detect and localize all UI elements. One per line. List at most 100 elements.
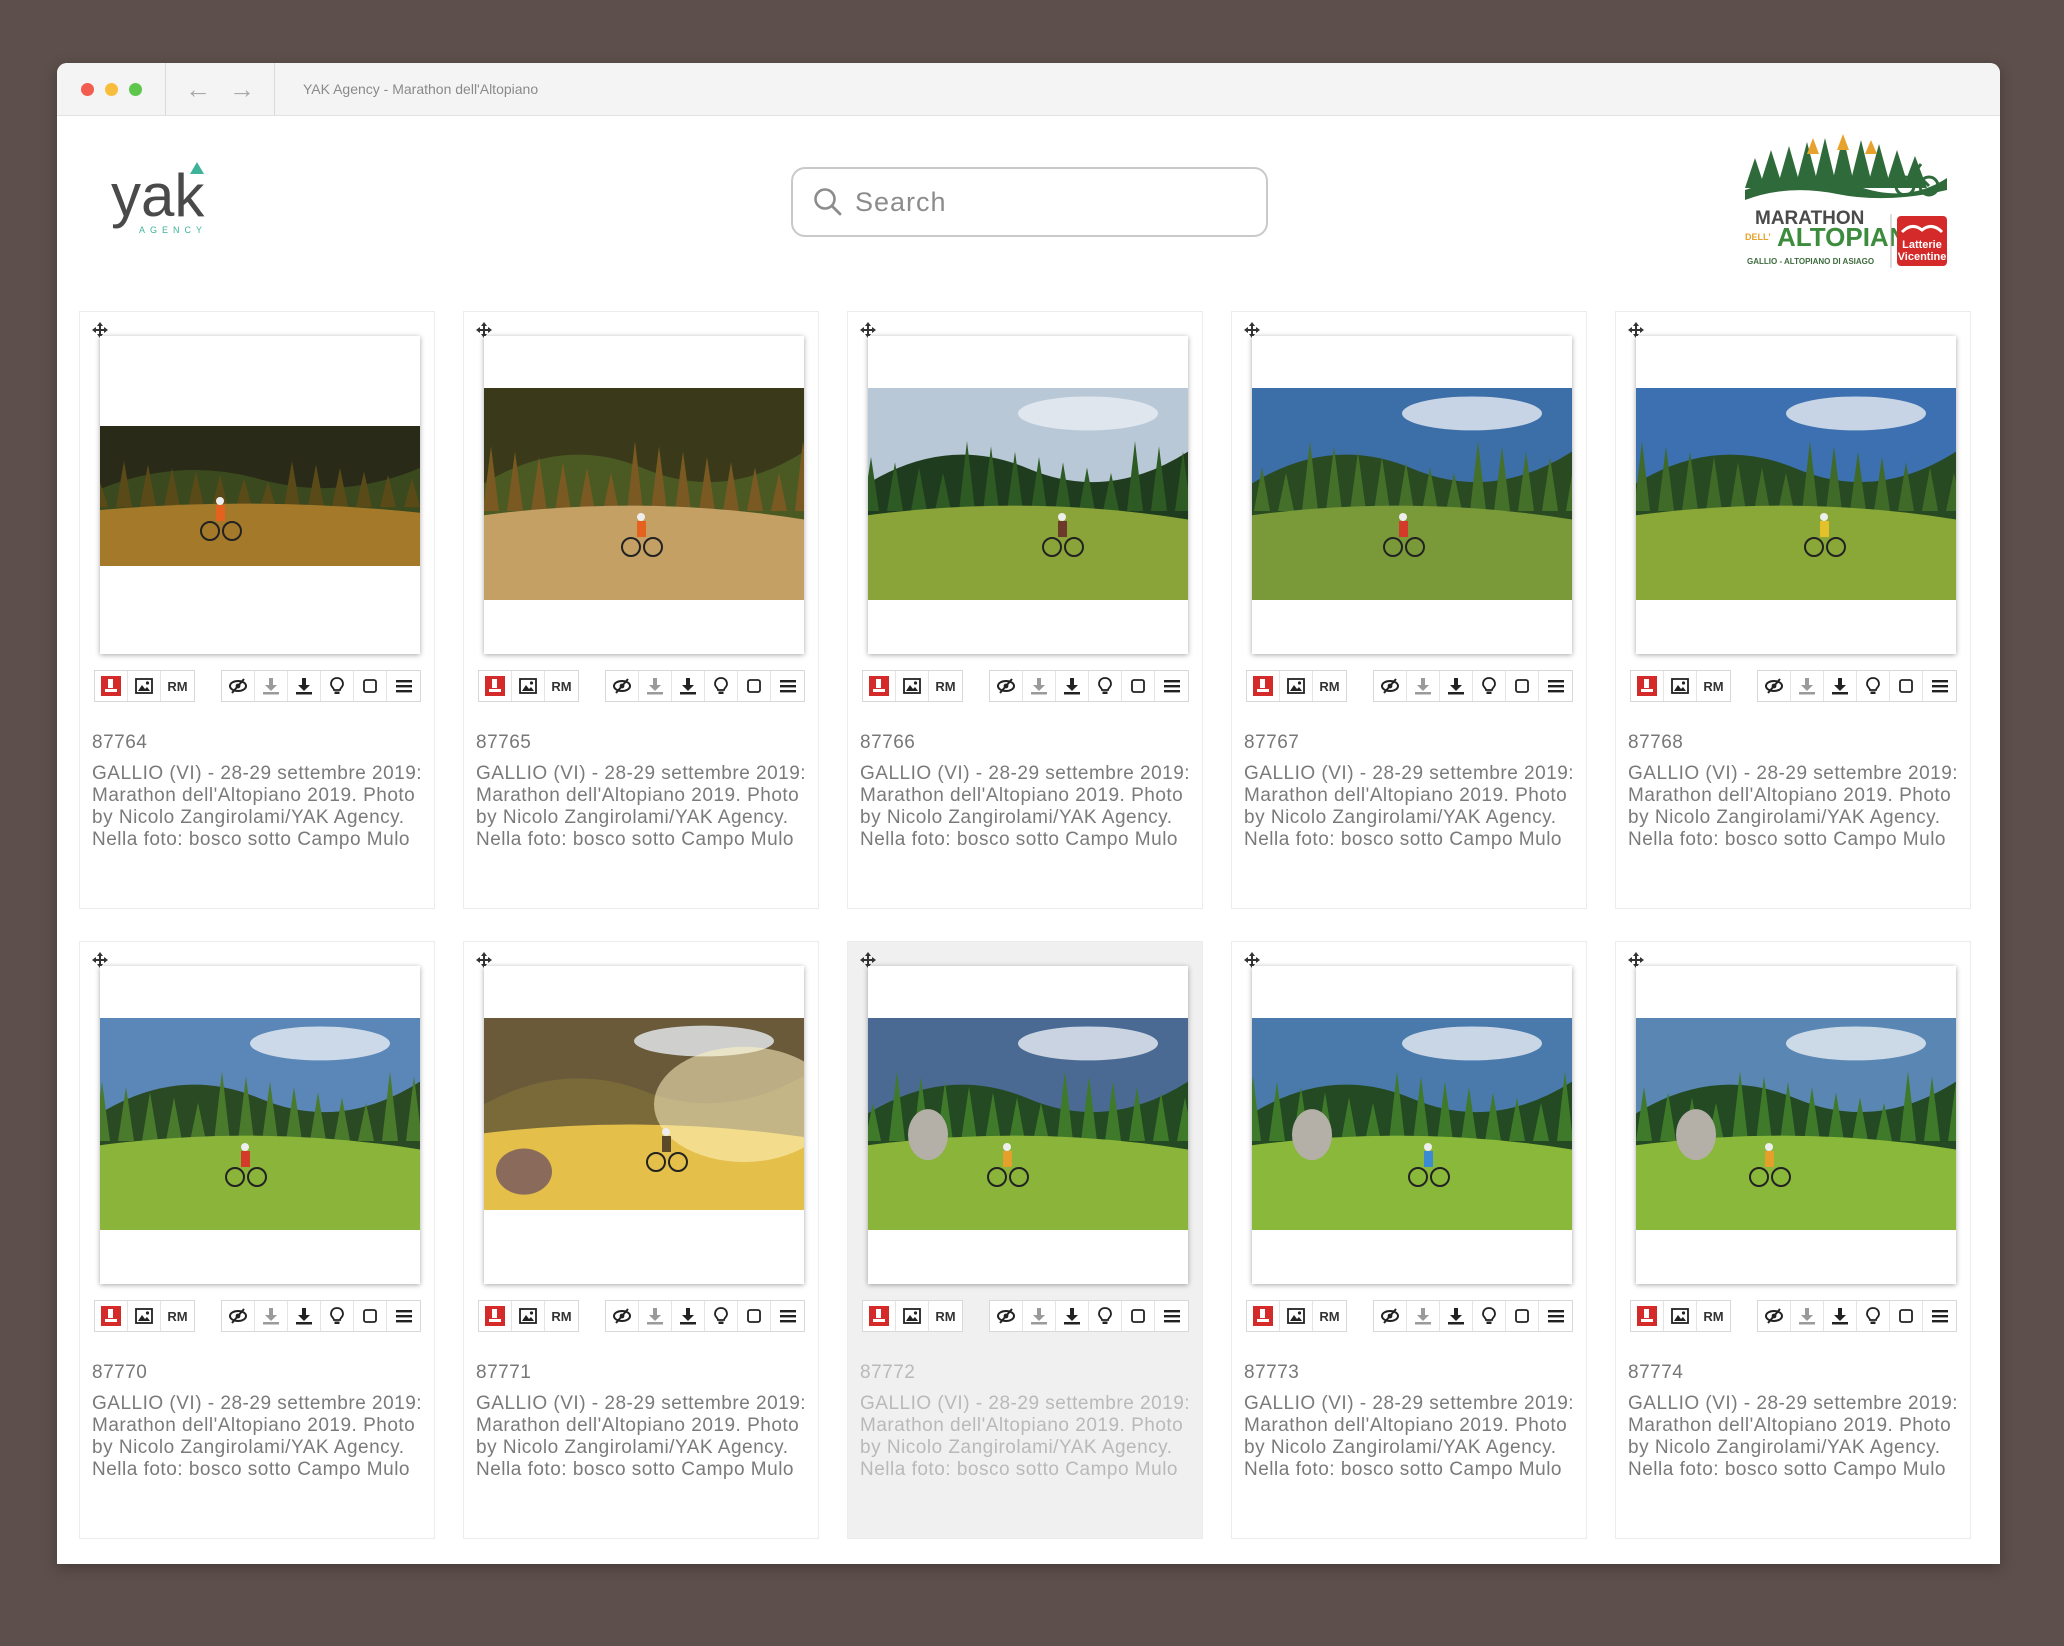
image-icon[interactable] <box>128 1301 161 1331</box>
select-checkbox-icon[interactable] <box>738 671 771 701</box>
photo-thumbnail[interactable] <box>868 336 1188 654</box>
rm-license-label[interactable]: RM <box>1697 1301 1730 1331</box>
download-high-icon[interactable] <box>1824 671 1857 701</box>
menu-icon[interactable] <box>387 1301 420 1331</box>
image-icon[interactable] <box>1280 1301 1313 1331</box>
menu-icon[interactable] <box>1155 1301 1188 1331</box>
rm-license-label[interactable]: RM <box>929 1301 962 1331</box>
lightbulb-icon[interactable] <box>1089 671 1122 701</box>
lightbulb-icon[interactable] <box>1473 1301 1506 1331</box>
flag-icon[interactable] <box>479 671 512 701</box>
rm-license-label[interactable]: RM <box>161 1301 194 1331</box>
flag-icon[interactable] <box>1631 1301 1664 1331</box>
menu-icon[interactable] <box>771 1301 804 1331</box>
yak-agency-logo[interactable]: yak AGENCY <box>109 160 219 240</box>
download-high-icon[interactable] <box>1440 671 1473 701</box>
hide-icon[interactable] <box>1758 671 1791 701</box>
arrow-left-icon[interactable]: ← <box>185 76 211 102</box>
image-icon[interactable] <box>128 671 161 701</box>
photo-thumbnail[interactable] <box>1636 966 1956 1284</box>
menu-icon[interactable] <box>387 671 420 701</box>
photo-card[interactable]: RM <box>1231 311 1587 909</box>
select-checkbox-icon[interactable] <box>1122 1301 1155 1331</box>
flag-icon[interactable] <box>863 1301 896 1331</box>
image-icon[interactable] <box>1280 671 1313 701</box>
lightbulb-icon[interactable] <box>1857 671 1890 701</box>
lightbulb-icon[interactable] <box>321 1301 354 1331</box>
download-high-icon[interactable] <box>1056 1301 1089 1331</box>
download-low-icon[interactable] <box>1407 671 1440 701</box>
close-window-button[interactable] <box>81 82 94 96</box>
photo-card[interactable]: RM <box>1615 311 1971 909</box>
select-checkbox-icon[interactable] <box>738 1301 771 1331</box>
menu-icon[interactable] <box>1155 671 1188 701</box>
hide-icon[interactable] <box>1758 1301 1791 1331</box>
flag-icon[interactable] <box>1631 671 1664 701</box>
rm-license-label[interactable]: RM <box>1697 671 1730 701</box>
rm-license-label[interactable]: RM <box>929 671 962 701</box>
download-low-icon[interactable] <box>639 671 672 701</box>
photo-thumbnail[interactable] <box>100 336 420 654</box>
menu-icon[interactable] <box>1539 671 1572 701</box>
photo-card[interactable]: RM <box>463 941 819 1539</box>
hide-icon[interactable] <box>606 671 639 701</box>
image-icon[interactable] <box>1664 671 1697 701</box>
download-low-icon[interactable] <box>1791 1301 1824 1331</box>
rm-license-label[interactable]: RM <box>1313 671 1346 701</box>
photo-thumbnail[interactable] <box>484 966 804 1284</box>
menu-icon[interactable] <box>1539 1301 1572 1331</box>
hide-icon[interactable] <box>222 1301 255 1331</box>
flag-icon[interactable] <box>1247 1301 1280 1331</box>
rm-license-label[interactable]: RM <box>545 1301 578 1331</box>
select-checkbox-icon[interactable] <box>1122 671 1155 701</box>
download-low-icon[interactable] <box>255 671 288 701</box>
download-low-icon[interactable] <box>1023 671 1056 701</box>
photo-card[interactable]: RM <box>463 311 819 909</box>
image-icon[interactable] <box>896 671 929 701</box>
flag-icon[interactable] <box>1247 671 1280 701</box>
menu-icon[interactable] <box>1923 1301 1956 1331</box>
marathon-altopiano-logo[interactable]: MARATHON DELL' ALTOPIANO GALLIO - ALTOPI… <box>1737 128 1957 278</box>
flag-icon[interactable] <box>863 671 896 701</box>
select-checkbox-icon[interactable] <box>1506 1301 1539 1331</box>
download-high-icon[interactable] <box>288 671 321 701</box>
download-high-icon[interactable] <box>288 1301 321 1331</box>
photo-thumbnail[interactable] <box>1252 336 1572 654</box>
search-box[interactable] <box>791 167 1268 237</box>
rm-license-label[interactable]: RM <box>161 671 194 701</box>
download-high-icon[interactable] <box>1824 1301 1857 1331</box>
minimize-window-button[interactable] <box>105 82 118 96</box>
hide-icon[interactable] <box>222 671 255 701</box>
lightbulb-icon[interactable] <box>705 671 738 701</box>
flag-icon[interactable] <box>479 1301 512 1331</box>
download-low-icon[interactable] <box>1407 1301 1440 1331</box>
lightbulb-icon[interactable] <box>705 1301 738 1331</box>
image-icon[interactable] <box>512 1301 545 1331</box>
download-high-icon[interactable] <box>1440 1301 1473 1331</box>
photo-card[interactable]: RM <box>79 941 435 1539</box>
hide-icon[interactable] <box>1374 1301 1407 1331</box>
download-high-icon[interactable] <box>672 1301 705 1331</box>
hide-icon[interactable] <box>990 671 1023 701</box>
image-icon[interactable] <box>896 1301 929 1331</box>
photo-thumbnail[interactable] <box>1636 336 1956 654</box>
menu-icon[interactable] <box>1923 671 1956 701</box>
select-checkbox-icon[interactable] <box>1890 671 1923 701</box>
search-input[interactable] <box>855 186 1235 218</box>
photo-thumbnail[interactable] <box>484 336 804 654</box>
photo-card[interactable]: RM <box>79 311 435 909</box>
hide-icon[interactable] <box>1374 671 1407 701</box>
hide-icon[interactable] <box>606 1301 639 1331</box>
download-high-icon[interactable] <box>1056 671 1089 701</box>
image-icon[interactable] <box>512 671 545 701</box>
download-high-icon[interactable] <box>672 671 705 701</box>
flag-icon[interactable] <box>95 671 128 701</box>
lightbulb-icon[interactable] <box>1089 1301 1122 1331</box>
flag-icon[interactable] <box>95 1301 128 1331</box>
select-checkbox-icon[interactable] <box>1890 1301 1923 1331</box>
lightbulb-icon[interactable] <box>1857 1301 1890 1331</box>
download-low-icon[interactable] <box>1023 1301 1056 1331</box>
photo-card[interactable]: RM <box>847 311 1203 909</box>
select-checkbox-icon[interactable] <box>354 1301 387 1331</box>
select-checkbox-icon[interactable] <box>354 671 387 701</box>
